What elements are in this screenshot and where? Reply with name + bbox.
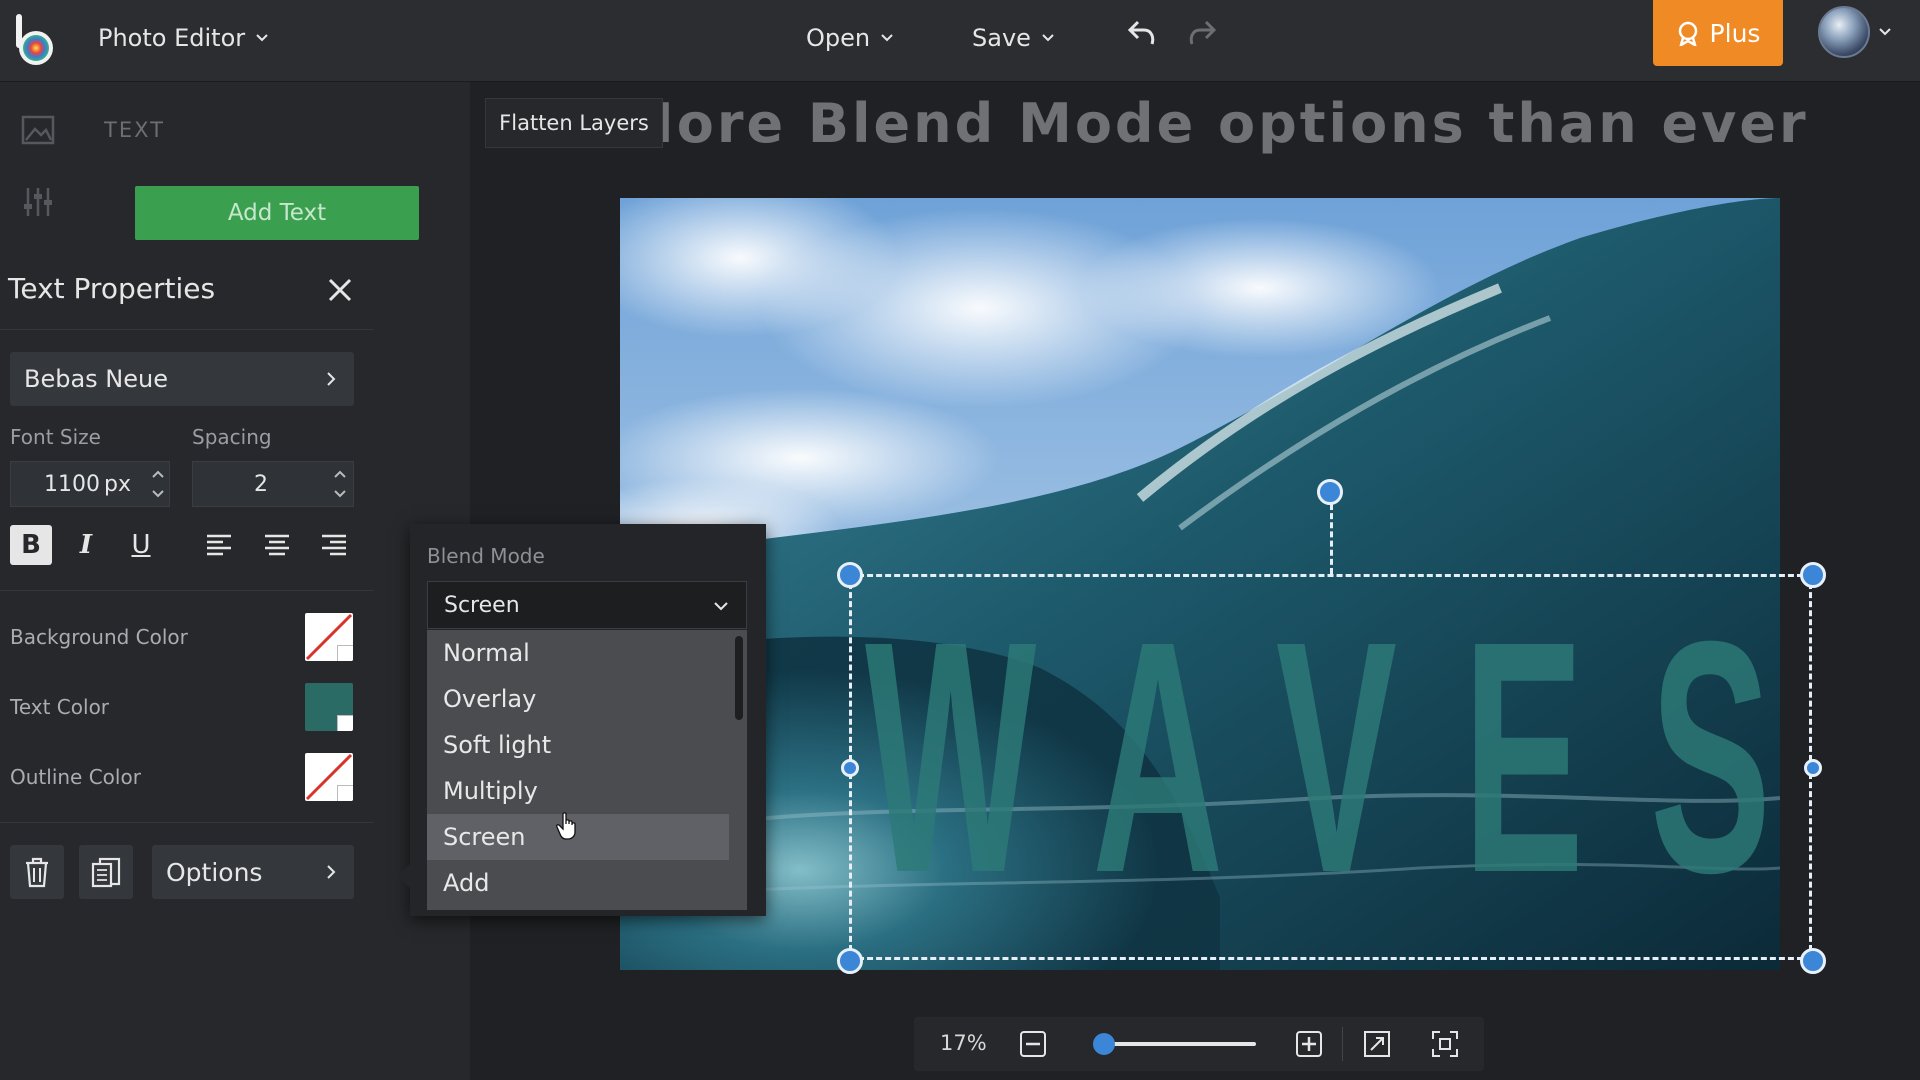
blend-mode-selected: Screen	[444, 592, 520, 618]
spacing-label: Spacing	[192, 425, 272, 449]
bold-button[interactable]: B	[10, 525, 52, 565]
blend-mode-label: Blend Mode	[427, 544, 545, 568]
blend-option-screen[interactable]: Screen	[427, 814, 729, 860]
chevron-down-icon	[1042, 34, 1054, 42]
outline-color-label: Outline Color	[10, 765, 141, 789]
underline-button[interactable]: U	[120, 525, 162, 565]
panel-title: TEXT	[104, 118, 165, 142]
avatar	[1818, 6, 1870, 58]
divider	[0, 590, 374, 591]
app-menu-label: Photo Editor	[98, 24, 246, 52]
blend-option-normal[interactable]: Normal	[427, 630, 729, 676]
background-color-swatch[interactable]	[305, 613, 353, 661]
text-properties-panel: Text Properties Bebas Neue Font Size Spa…	[0, 262, 374, 922]
adjustments-icon[interactable]	[20, 184, 56, 220]
chevron-down-icon	[256, 34, 268, 42]
font-family-value: Bebas Neue	[24, 365, 168, 393]
save-label: Save	[972, 24, 1031, 52]
close-icon[interactable]	[322, 272, 358, 308]
blend-mode-popover: Blend Mode Screen Normal Overlay Soft li…	[398, 524, 766, 916]
blend-option-multiply[interactable]: Multiply	[427, 768, 729, 814]
redo-icon[interactable]	[1182, 16, 1222, 56]
outline-color-swatch[interactable]	[305, 753, 353, 801]
blend-mode-options-list: Normal Overlay Soft light Multiply Scree…	[427, 630, 747, 910]
blend-mode-select[interactable]: Screen	[427, 581, 747, 629]
divider	[1342, 1027, 1343, 1061]
plus-label: Plus	[1709, 18, 1761, 48]
align-center-icon[interactable]	[256, 525, 298, 565]
expand-icon[interactable]	[1362, 1029, 1392, 1059]
add-text-button[interactable]: Add Text	[135, 186, 419, 240]
blend-option-soft-light[interactable]: Soft light	[427, 722, 729, 768]
blend-list-scrollbar[interactable]	[735, 636, 743, 720]
spacing-value: 2	[254, 471, 268, 497]
resize-handle-right[interactable]	[1804, 759, 1822, 777]
app-menu[interactable]: Photo Editor	[98, 18, 269, 58]
font-size-unit: px	[104, 471, 131, 497]
duplicate-button[interactable]	[79, 845, 133, 899]
trash-icon	[26, 857, 48, 888]
chevron-down-icon	[337, 785, 353, 801]
font-size-stepper[interactable]	[146, 461, 170, 507]
zoom-out-icon[interactable]	[1018, 1029, 1048, 1059]
selection-box[interactable]	[849, 574, 1812, 960]
resize-handle-left[interactable]	[841, 759, 859, 777]
resize-handle-top-right[interactable]	[1800, 562, 1826, 588]
text-properties-title: Text Properties	[8, 272, 216, 305]
zoom-slider-track[interactable]	[1096, 1042, 1256, 1046]
font-size-value: 1100	[44, 471, 101, 497]
rotate-handle[interactable]	[1317, 479, 1343, 505]
font-size-label: Font Size	[10, 425, 101, 449]
zoom-slider-knob[interactable]	[1093, 1033, 1115, 1055]
font-family-select[interactable]: Bebas Neue	[10, 352, 354, 406]
text-properties-header: Text Properties	[0, 262, 374, 330]
top-bar: Photo Editor Open Save Plus	[0, 0, 1920, 82]
align-left-icon[interactable]	[198, 525, 240, 565]
plus-upgrade-button[interactable]: Plus	[1653, 0, 1783, 66]
pointer-cursor-icon	[556, 812, 576, 840]
app-logo-icon[interactable]	[12, 12, 62, 68]
text-color-swatch[interactable]	[305, 683, 353, 731]
fit-to-screen-icon[interactable]	[1430, 1029, 1460, 1059]
zoom-bar: 17%	[914, 1017, 1484, 1071]
zoom-percent: 17%	[940, 1031, 987, 1055]
options-button[interactable]: Options	[152, 845, 354, 899]
resize-handle-bottom-right[interactable]	[1800, 948, 1826, 974]
duplicate-icon	[91, 857, 121, 888]
spacing-stepper[interactable]	[328, 461, 352, 507]
text-color-label: Text Color	[10, 695, 110, 719]
chevron-down-icon	[337, 645, 353, 661]
options-label: Options	[166, 857, 263, 887]
chevron-down-icon	[337, 715, 353, 731]
chevron-down-icon	[1879, 28, 1891, 36]
rotation-line	[1330, 504, 1333, 574]
italic-button[interactable]: I	[65, 525, 107, 565]
open-menu[interactable]: Open	[806, 18, 894, 58]
chevron-right-icon	[327, 372, 336, 386]
plus-badge-icon	[1678, 21, 1697, 46]
save-menu[interactable]: Save	[972, 18, 1055, 58]
chevron-right-icon	[327, 865, 336, 879]
resize-handle-bottom-left[interactable]	[837, 948, 863, 974]
open-label: Open	[806, 24, 871, 52]
divider	[0, 822, 374, 823]
image-tool-icon[interactable]	[20, 112, 56, 148]
align-right-icon[interactable]	[313, 525, 355, 565]
blend-option-add[interactable]: Add	[427, 860, 729, 906]
undo-icon[interactable]	[1122, 16, 1162, 56]
resize-handle-top-left[interactable]	[837, 562, 863, 588]
popover-caret	[398, 864, 410, 888]
delete-button[interactable]	[10, 845, 64, 899]
zoom-in-icon[interactable]	[1294, 1029, 1324, 1059]
flatten-layers-button[interactable]: Flatten Layers	[485, 98, 663, 148]
canvas-headline: More Blend Mode options than ever	[620, 92, 1809, 155]
account-menu[interactable]	[1818, 6, 1892, 58]
blend-option-overlay[interactable]: Overlay	[427, 676, 729, 722]
chevron-down-icon	[714, 602, 728, 611]
chevron-down-icon	[881, 34, 893, 42]
background-color-label: Background Color	[10, 625, 188, 649]
